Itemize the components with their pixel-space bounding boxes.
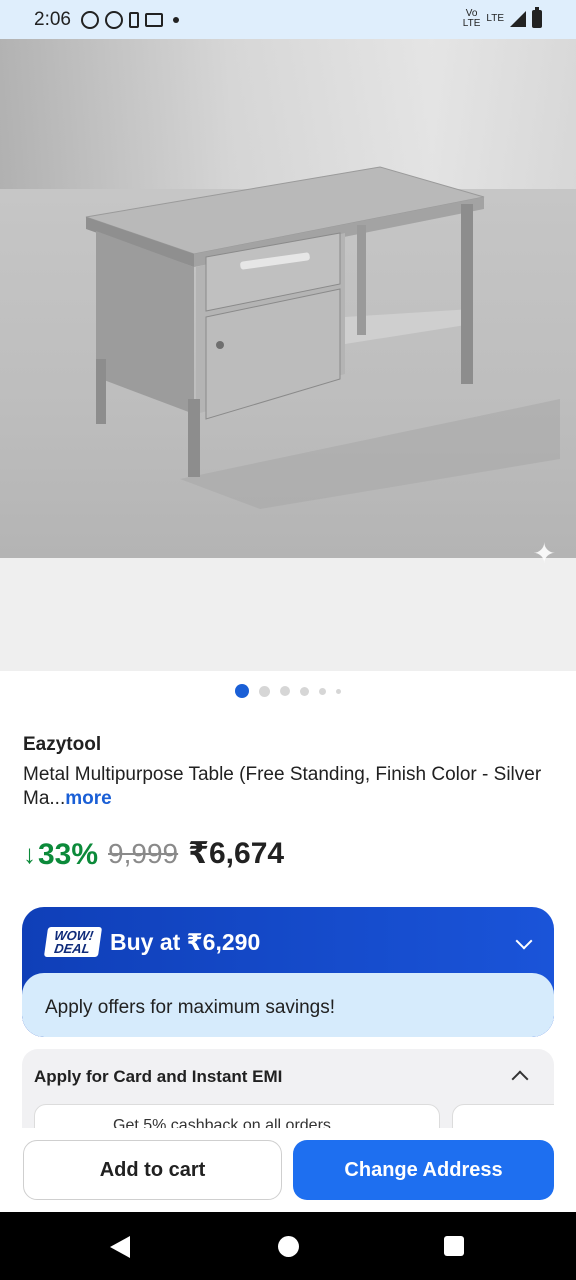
table-illustration	[85, 166, 560, 509]
price-row: ↓ 33% 9,999 ₹6,674	[23, 836, 284, 872]
offers-band[interactable]: Apply offers for maximum savings!	[22, 973, 554, 1037]
discount-badge: ↓ 33%	[23, 838, 98, 872]
whatsapp-business-icon	[104, 10, 123, 29]
carousel-dot[interactable]	[235, 684, 249, 698]
carousel-dot[interactable]	[280, 686, 290, 696]
more-link[interactable]: more	[65, 788, 111, 809]
sim-icon	[128, 11, 139, 28]
notification-icons	[80, 10, 179, 29]
sparkle-icon: ✦	[532, 538, 556, 569]
add-to-cart-button[interactable]: Add to cart	[23, 1140, 282, 1200]
carousel-dot[interactable]	[300, 686, 309, 696]
wow-deal-badge: WOW! DEAL	[43, 927, 103, 957]
back-icon[interactable]	[110, 1236, 130, 1258]
product-photo[interactable]	[0, 39, 576, 558]
deal-header[interactable]: WOW! DEAL Buy at ₹6,290	[43, 927, 261, 957]
bottom-action-bar: Add to cart Change Address	[0, 1128, 576, 1212]
book-icon	[144, 12, 163, 27]
status-bar: 2:06 Vo LTE LTE	[0, 0, 576, 39]
change-address-button[interactable]: Change Address	[293, 1140, 554, 1200]
system-icons: Vo LTE LTE	[462, 7, 542, 29]
down-arrow-icon: ↓	[23, 839, 36, 869]
carousel-dot[interactable]	[259, 685, 270, 697]
product-title: Metal Multipurpose Table (Free Standing,…	[23, 763, 558, 811]
recents-icon[interactable]	[444, 1236, 464, 1256]
chevron-down-icon[interactable]	[515, 932, 533, 950]
selling-price: ₹6,674	[188, 837, 285, 870]
product-image-carousel[interactable]: ✦	[0, 39, 576, 671]
system-nav-bar	[0, 1212, 576, 1280]
carousel-dot[interactable]	[319, 687, 326, 695]
status-time: 2:06	[34, 8, 71, 30]
carousel-indicator	[0, 684, 576, 698]
battery-icon	[532, 7, 542, 28]
whatsapp-icon	[80, 10, 99, 29]
original-price: 9,999	[108, 838, 179, 869]
brand-name: Eazytool	[23, 734, 102, 755]
wow-badge-line2: DEAL	[53, 941, 91, 956]
volte-icon: Vo LTE	[462, 8, 481, 29]
offers-text: Apply offers for maximum savings!	[45, 997, 336, 1018]
deal-card: WOW! DEAL Buy at ₹6,290 Apply offers for…	[22, 907, 554, 1037]
chevron-up-icon[interactable]	[511, 1070, 529, 1088]
emi-title: Apply for Card and Instant EMI	[34, 1067, 283, 1086]
home-icon[interactable]	[278, 1236, 299, 1257]
deal-price-title: Buy at ₹6,290	[110, 928, 261, 955]
lte-label: LTE	[486, 13, 504, 24]
signal-icon	[510, 11, 526, 27]
carousel-dot[interactable]	[336, 688, 341, 694]
discount-value: 33%	[38, 837, 99, 871]
more-notifications-icon	[172, 16, 179, 23]
